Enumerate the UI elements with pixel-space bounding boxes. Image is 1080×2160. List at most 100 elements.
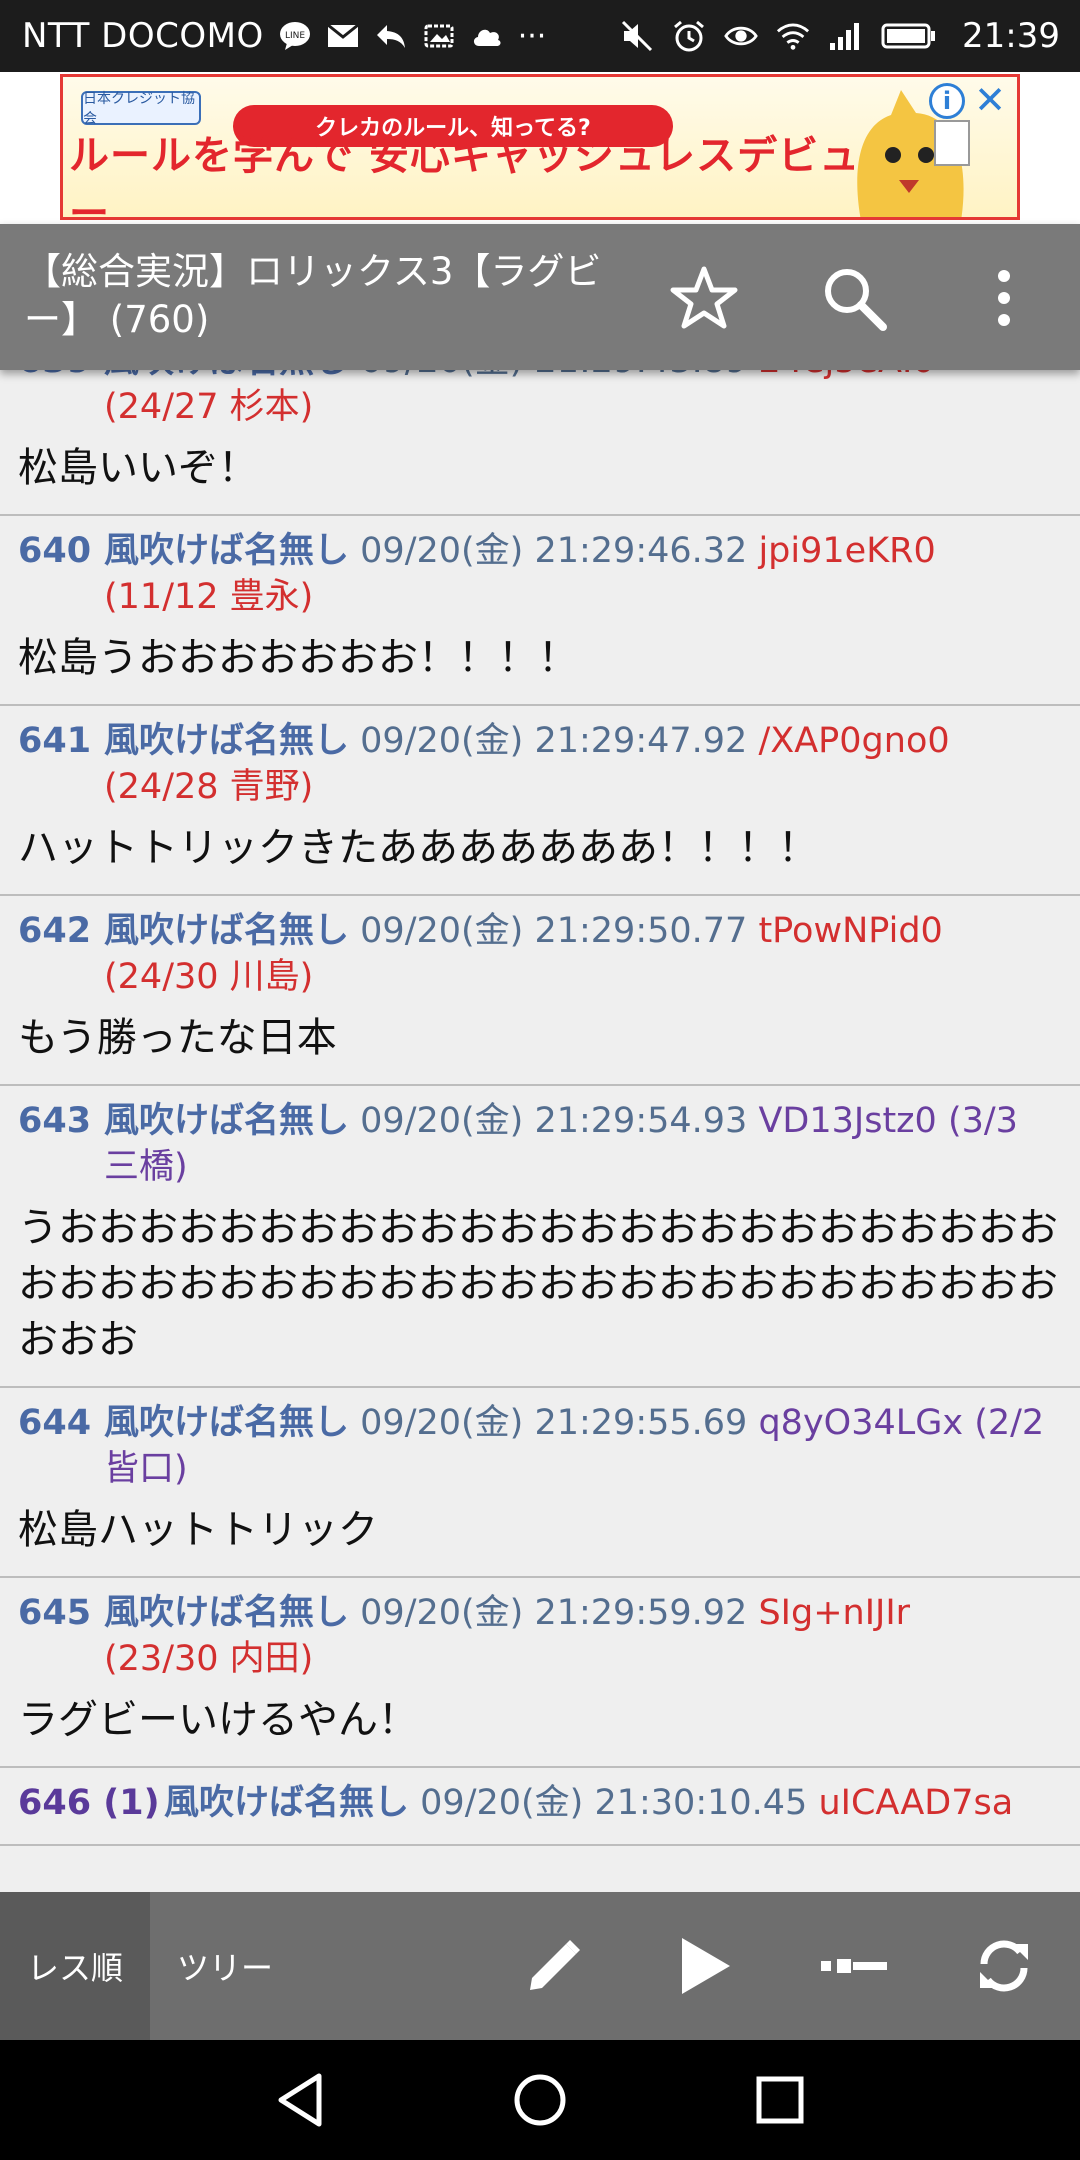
ad-close-icon[interactable]: ✕: [969, 78, 1011, 122]
post-date: 09/20(金) 21:29:50.77: [360, 911, 748, 951]
post-639[interactable]: 639 風吹けば名無し 09/20(金) 21:29:43.89 24ej5eA…: [0, 348, 1080, 516]
thread-title: 【総合実況】ロリックス3【ラグビー】 (760): [24, 250, 602, 341]
post-641[interactable]: 641 風吹けば名無し 09/20(金) 21:29:47.92 /XAP0gn…: [0, 706, 1080, 896]
status-bar: NTT DOCOMO LINE ··· 21:39: [0, 0, 1080, 72]
poster-id[interactable]: jpi91eKR0: [758, 531, 935, 571]
back-icon: [278, 2073, 322, 2127]
post-date: 09/20(金) 21:29:47.92: [360, 721, 748, 761]
post-number[interactable]: 641: [18, 718, 104, 810]
poster-name: 風吹けば名無し: [104, 1593, 350, 1633]
post-date: 09/20(金) 21:29:59.92: [360, 1593, 748, 1633]
write-button[interactable]: [514, 1926, 594, 2006]
favorite-button[interactable]: [666, 260, 742, 336]
post-body: 松島うおおおおおおお！！！！: [18, 635, 578, 681]
post-number[interactable]: 644: [18, 1400, 104, 1492]
post-643[interactable]: 643 風吹けば名無し 09/20(金) 21:29:54.93 VD13Jst…: [0, 1086, 1080, 1388]
poster-id[interactable]: /XAP0gno0: [758, 721, 949, 761]
post-644[interactable]: 644 風吹けば名無し 09/20(金) 21:29:55.69 q8yO34L…: [0, 1388, 1080, 1578]
post-number[interactable]: 646 (1): [18, 1780, 164, 1826]
post-meta: 風吹けば名無し 09/20(金) 21:29:59.92 SIg+nIJIr (…: [104, 1590, 1062, 1682]
post-642[interactable]: 642 風吹けば名無し 09/20(金) 21:29:50.77 tPowNPi…: [0, 896, 1080, 1086]
recents-icon: [756, 2076, 804, 2124]
alarm-icon: [672, 19, 706, 53]
home-icon: [514, 2074, 566, 2126]
post-header: 644 風吹けば名無し 09/20(金) 21:29:55.69 q8yO34L…: [18, 1400, 1062, 1492]
post-meta: 風吹けば名無し 09/20(金) 21:29:47.92 /XAP0gno0 (…: [104, 718, 1062, 810]
ad-logo: 日本クレジット協会: [81, 91, 201, 127]
scroll-position-button[interactable]: [814, 1926, 894, 2006]
reply-icon: [374, 19, 408, 53]
cloud-icon: [470, 19, 504, 53]
tab-tree[interactable]: ツリー: [150, 1892, 300, 2040]
post-meta: 風吹けば名無し 09/20(金) 21:29:54.93 VD13Jstz0 (…: [104, 1098, 1062, 1190]
post-645[interactable]: 645 風吹けば名無し 09/20(金) 21:29:59.92 SIg+nIJ…: [0, 1578, 1080, 1768]
post-640[interactable]: 640 風吹けば名無し 09/20(金) 21:29:46.32 jpi91eK…: [0, 516, 1080, 706]
poster-name: 風吹けば名無し: [164, 1783, 410, 1823]
id-count: (24/30 川島): [104, 957, 314, 997]
post-list: 639 風吹けば名無し 09/20(金) 21:29:43.89 24ej5eA…: [0, 348, 1080, 1892]
signal-icon: [828, 19, 862, 53]
poster-id[interactable]: tPowNPid0: [758, 911, 942, 951]
poster-id[interactable]: q8yO34LGx: [758, 1403, 963, 1443]
wifi-icon: [776, 19, 810, 53]
ad-banner[interactable]: 日本クレジット協会 クレカのルール、知ってる? ルールを学んで 安心キャッシュレ…: [60, 74, 1020, 220]
clock: 21:39: [962, 16, 1060, 56]
post-header: 642 風吹けば名無し 09/20(金) 21:29:50.77 tPowNPi…: [18, 908, 1062, 1000]
home-button[interactable]: [508, 2068, 572, 2132]
post-header: 646 (1) 風吹けば名無し 09/20(金) 21:30:10.45 uIC…: [18, 1780, 1062, 1826]
poster-name: 風吹けば名無し: [104, 911, 350, 951]
poster-name: 風吹けば名無し: [104, 1101, 350, 1141]
refresh-icon: [980, 1940, 1028, 1992]
post-body: 松島ハットトリック: [18, 1507, 378, 1553]
more-vert-icon: [998, 270, 1010, 326]
post-body: ラグビーいけるやん！: [18, 1697, 418, 1743]
id-count: (24/27 杉本): [104, 387, 314, 427]
battery-icon: [880, 19, 938, 53]
post-header: 643 風吹けば名無し 09/20(金) 21:29:54.93 VD13Jst…: [18, 1098, 1062, 1190]
post-body: もう勝ったな日本: [18, 1015, 337, 1061]
post-meta: 風吹けば名無し 09/20(金) 21:29:50.77 tPowNPid0 (…: [104, 908, 1062, 1000]
system-nav-bar: [0, 2040, 1080, 2160]
search-button[interactable]: [816, 260, 892, 336]
post-header: 640 風吹けば名無し 09/20(金) 21:29:46.32 jpi91eK…: [18, 528, 1062, 620]
id-count: (23/30 内田): [104, 1639, 314, 1679]
image-icon: [422, 19, 456, 53]
poster-id[interactable]: SIg+nIJIr: [758, 1593, 910, 1633]
ad-info-icon[interactable]: i: [929, 83, 965, 119]
post-body: 松島いいぞ！: [18, 445, 258, 491]
post-number[interactable]: 643: [18, 1098, 104, 1190]
more-notifications: ···: [517, 18, 547, 54]
ad-container: 日本クレジット協会 クレカのルール、知ってる? ルールを学んで 安心キャッシュレ…: [0, 72, 1080, 224]
line-icon: LINE: [278, 19, 312, 53]
star-icon: [670, 266, 738, 329]
post-body: ハットトリックきたあああああああ！！！！: [18, 825, 818, 871]
post-646[interactable]: 646 (1) 風吹けば名無し 09/20(金) 21:30:10.45 uIC…: [0, 1768, 1080, 1846]
post-date: 09/20(金) 21:29:46.32: [360, 531, 748, 571]
back-button[interactable]: [268, 2068, 332, 2132]
carrier-name: NTT DOCOMO: [22, 16, 264, 56]
pencil-icon: [530, 1940, 580, 1990]
notification-icons: LINE ···: [278, 18, 547, 54]
post-number[interactable]: 640: [18, 528, 104, 620]
poster-name: 風吹けば名無し: [104, 721, 350, 761]
recents-button[interactable]: [748, 2068, 812, 2132]
post-number[interactable]: 642: [18, 908, 104, 1000]
id-count: (24/28 青野): [104, 767, 314, 807]
play-icon: [682, 1938, 730, 1994]
ad-headline: ルールを学んで 安心キャッシュレスデビュー: [69, 133, 861, 220]
post-meta: 風吹けば名無し 09/20(金) 21:29:55.69 q8yO34LGx (…: [104, 1400, 1062, 1492]
refresh-button[interactable]: [964, 1926, 1044, 2006]
post-number[interactable]: 645: [18, 1590, 104, 1682]
post-date: 09/20(金) 21:29:55.69: [360, 1403, 748, 1443]
play-button[interactable]: [664, 1926, 744, 2006]
tab-response-order[interactable]: レス順: [0, 1892, 150, 2040]
svg-text:LINE: LINE: [285, 31, 305, 41]
poster-id[interactable]: VD13Jstz0: [758, 1101, 936, 1141]
app-screen: NTT DOCOMO LINE ··· 21:39 日本クレジット協会 クレカの…: [0, 0, 1080, 2160]
mute-icon: [620, 19, 654, 53]
poster-id[interactable]: uICAAD7sa: [818, 1783, 1013, 1823]
eye-icon: [724, 19, 758, 53]
id-count: (11/12 豊永): [104, 577, 314, 617]
overflow-menu-button[interactable]: [966, 260, 1042, 336]
system-icons: 21:39: [620, 16, 1060, 56]
